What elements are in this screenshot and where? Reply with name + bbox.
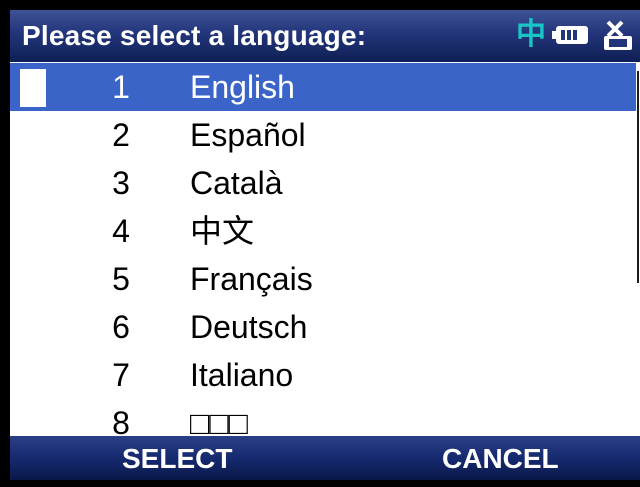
cancel-softkey[interactable]: CANCEL [442, 444, 559, 474]
language-item-english[interactable]: 1 English [10, 63, 637, 111]
item-label: 中文 [190, 213, 255, 249]
title-bar: Please select a language: 中 [10, 10, 640, 62]
selection-marker [20, 69, 46, 107]
item-label: Español [190, 117, 306, 153]
item-number: 3 [112, 165, 130, 201]
battery-icon [552, 26, 588, 44]
item-label: Français [190, 261, 313, 297]
item-label: English [190, 69, 295, 105]
item-number: 5 [112, 261, 130, 297]
language-item-catala[interactable]: 3 Català [10, 159, 637, 207]
scrollbar-thumb[interactable] [637, 71, 639, 283]
language-item-italiano[interactable]: 7 Italiano [10, 351, 637, 399]
item-label: Italiano [190, 357, 294, 393]
item-number: 7 [112, 357, 130, 393]
list-scrollbar[interactable] [636, 63, 640, 448]
language-item-francais[interactable]: 5 Français [10, 255, 637, 303]
item-number: 2 [112, 117, 130, 153]
input-method-icon: 中 [516, 17, 546, 52]
language-item-chinese[interactable]: 4 中文 [10, 207, 637, 255]
item-number: 4 [112, 213, 130, 249]
page-title: Please select a language: [22, 20, 367, 51]
item-label: Deutsch [190, 309, 308, 345]
language-item-espanol[interactable]: 2 Español [10, 111, 637, 159]
language-item-deutsch[interactable]: 6 Deutsch [10, 303, 637, 351]
device-screen: Please select a language: 中 1 English 2 … [10, 10, 640, 480]
item-label: Català [190, 165, 283, 201]
no-signal-icon [604, 20, 632, 50]
language-list: 1 English 2 Español 3 Català 4 中文 5 Fran… [10, 63, 637, 448]
item-number: 6 [112, 309, 130, 345]
status-icons: 中 [516, 16, 638, 54]
select-softkey[interactable]: SELECT [122, 444, 232, 474]
softkey-bar: SELECT CANCEL [10, 436, 640, 480]
item-number: 1 [112, 69, 130, 105]
